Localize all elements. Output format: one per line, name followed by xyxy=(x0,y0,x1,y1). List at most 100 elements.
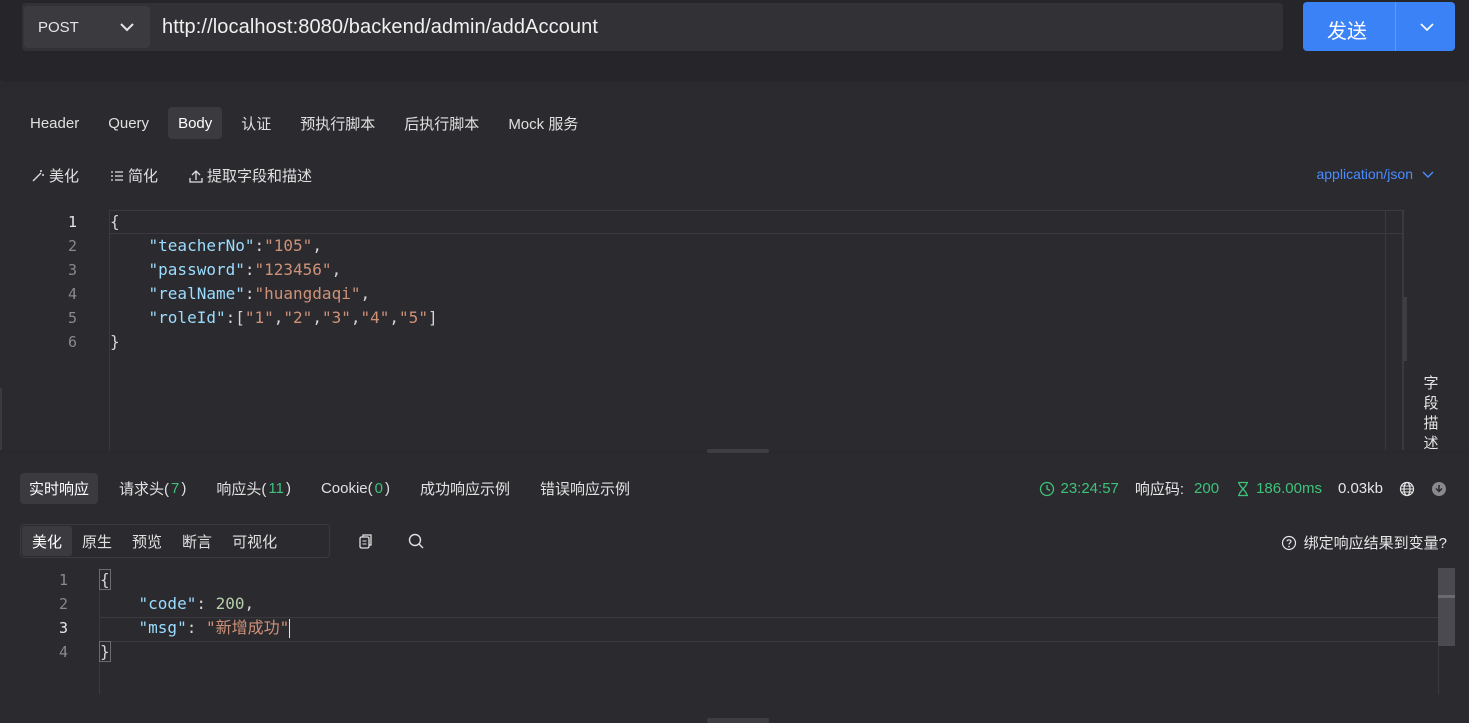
response-tabs: 实时响应 请求头(7) 响应头(11) Cookie(0) 成功响应示例 错误响… xyxy=(20,473,651,504)
response-duration: 186.00ms xyxy=(1235,480,1322,497)
url-box: POST http://localhost:8080/backend/admin… xyxy=(22,3,1283,51)
tab-post-script[interactable]: 后执行脚本 xyxy=(394,107,489,139)
count-badge: 0 xyxy=(374,480,383,497)
side-panel-handle[interactable] xyxy=(1403,297,1407,361)
view-beautify[interactable]: 美化 xyxy=(22,526,73,556)
tab-realtime-response[interactable]: 实时响应 xyxy=(20,473,99,504)
code-line: } xyxy=(110,332,120,351)
code-line: "teacherNo":"105", xyxy=(148,236,322,255)
line-number: 4 xyxy=(58,643,68,661)
view-raw[interactable]: 原生 xyxy=(72,526,122,556)
download-icon xyxy=(1432,481,1446,496)
body-editor[interactable]: 1 2 3 4 5 6 { "teacherNo":"105", "passwo… xyxy=(0,210,1404,450)
beautify-label: 美化 xyxy=(49,168,80,185)
extract-label: 提取字段和描述 xyxy=(207,168,313,185)
globe-icon xyxy=(1399,481,1415,496)
upload-icon xyxy=(189,169,203,183)
response-scrollbar-thumb[interactable] xyxy=(1438,568,1455,646)
send-separator xyxy=(1395,2,1396,51)
current-line-highlight xyxy=(110,210,1404,234)
bind-label: 绑定响应结果到变量? xyxy=(1303,535,1447,552)
bind-variable-link[interactable]: 绑定响应结果到变量? xyxy=(1281,532,1447,553)
scrollbar-marker xyxy=(1438,595,1455,598)
line-number: 4 xyxy=(67,285,77,303)
response-meta: 23:24:57 响应码: 200 186.00ms 0.03kb xyxy=(1023,478,1447,499)
view-preview[interactable]: 预览 xyxy=(122,526,172,556)
tab-error-example[interactable]: 错误响应示例 xyxy=(531,473,639,504)
code-line: "code": 200, xyxy=(138,594,255,613)
json-string: "新增成功" xyxy=(205,618,290,637)
line-number: 6 xyxy=(67,333,77,351)
response-panel: 实时响应 请求头(7) 响应头(11) Cookie(0) 成功响应示例 错误响… xyxy=(0,454,1469,723)
close-paren: ) xyxy=(285,480,291,497)
method-select[interactable]: POST xyxy=(24,6,150,48)
hourglass-icon xyxy=(1238,481,1249,496)
simplify-label: 简化 xyxy=(128,168,159,185)
list-icon xyxy=(111,170,124,181)
count-badge: 11 xyxy=(268,480,284,497)
content-type-label: application/json xyxy=(1316,166,1413,182)
tab-header[interactable]: Header xyxy=(20,107,89,139)
magic-wand-icon xyxy=(32,169,44,181)
tab-cookie[interactable]: Cookie(0) xyxy=(312,473,399,504)
tab-query[interactable]: Query xyxy=(98,107,159,139)
copy-icon[interactable] xyxy=(356,532,374,550)
response-editor[interactable]: 1 2 3 4 { "code": 200, "msg": "新增成功" } xyxy=(0,568,1469,723)
tab-success-example[interactable]: 成功响应示例 xyxy=(411,473,519,504)
field-description-toggle[interactable]: 字段描述 xyxy=(1421,374,1441,454)
json-key: "code" xyxy=(138,594,197,613)
panel-resize-handle[interactable] xyxy=(707,449,769,453)
code-line: "realName":"huangdaqi", xyxy=(148,284,371,303)
view-mode-tabs: 美化 原生 预览 断言 可视化 xyxy=(20,524,330,558)
extract-fields-button[interactable]: 提取字段和描述 xyxy=(188,165,312,186)
method-label: POST xyxy=(38,18,79,36)
body-toolbar: 美化 简化 提取字段和描述 xyxy=(30,165,312,186)
tab-response-headers[interactable]: 响应头(11) xyxy=(207,473,300,504)
json-key: "msg" xyxy=(138,618,187,637)
line-number: 2 xyxy=(58,595,68,613)
code-line: "roleId":["1","2","3","4","5"] xyxy=(148,308,438,327)
request-panel: Header Query Body 认证 预执行脚本 后执行脚本 Mock 服务… xyxy=(0,88,1469,452)
chevron-down-icon xyxy=(1422,171,1434,178)
tab-request-headers[interactable]: 请求头(7) xyxy=(110,473,195,504)
status-code: 响应码: 200 xyxy=(1135,478,1219,499)
beautify-button[interactable]: 美化 xyxy=(30,165,79,186)
globe-button[interactable] xyxy=(1399,481,1415,497)
bottom-resize-handle[interactable] xyxy=(707,718,769,723)
request-tabs: Header Query Body 认证 预执行脚本 后执行脚本 Mock 服务 xyxy=(20,107,597,139)
current-line-highlight xyxy=(100,617,1440,642)
tab-auth[interactable]: 认证 xyxy=(231,107,281,139)
tab-body[interactable]: Body xyxy=(168,107,223,139)
json-number: 200 xyxy=(215,594,245,613)
clock-icon xyxy=(1040,481,1055,496)
search-icon[interactable] xyxy=(407,532,425,550)
line-number: 1 xyxy=(67,213,77,231)
duration-value: 186.00ms xyxy=(1256,480,1322,497)
send-dropdown-icon[interactable] xyxy=(1418,18,1436,36)
simplify-button[interactable]: 简化 xyxy=(109,165,158,186)
code-line: "msg": "新增成功" xyxy=(138,618,291,638)
request-bar: POST http://localhost:8080/backend/admin… xyxy=(0,0,1469,82)
text-cursor xyxy=(289,619,291,638)
send-button[interactable]: 发送 xyxy=(1303,2,1455,51)
view-visualize[interactable]: 可视化 xyxy=(222,526,287,556)
code-line: { xyxy=(99,569,111,590)
editor-scrollbar-track[interactable] xyxy=(1385,210,1386,450)
content-type-select[interactable]: application/json xyxy=(1316,166,1435,182)
status-value: 200 xyxy=(1194,480,1220,497)
response-scrollbar-track xyxy=(1438,646,1439,694)
code-line: { xyxy=(110,212,120,231)
tab-label: 响应头( xyxy=(216,481,267,498)
status-label: 响应码: xyxy=(1134,481,1185,498)
chevron-down-icon xyxy=(120,23,134,32)
download-button[interactable] xyxy=(1431,481,1447,497)
url-input[interactable]: http://localhost:8080/backend/admin/addA… xyxy=(162,16,598,39)
close-paren: ) xyxy=(181,480,187,497)
tab-pre-script[interactable]: 预执行脚本 xyxy=(290,107,385,139)
tab-label: Cookie( xyxy=(320,480,373,497)
count-badge: 7 xyxy=(171,480,180,497)
view-assert[interactable]: 断言 xyxy=(172,526,222,556)
line-number: 1 xyxy=(58,571,68,589)
line-number: 5 xyxy=(67,309,77,327)
tab-mock[interactable]: Mock 服务 xyxy=(498,107,588,139)
